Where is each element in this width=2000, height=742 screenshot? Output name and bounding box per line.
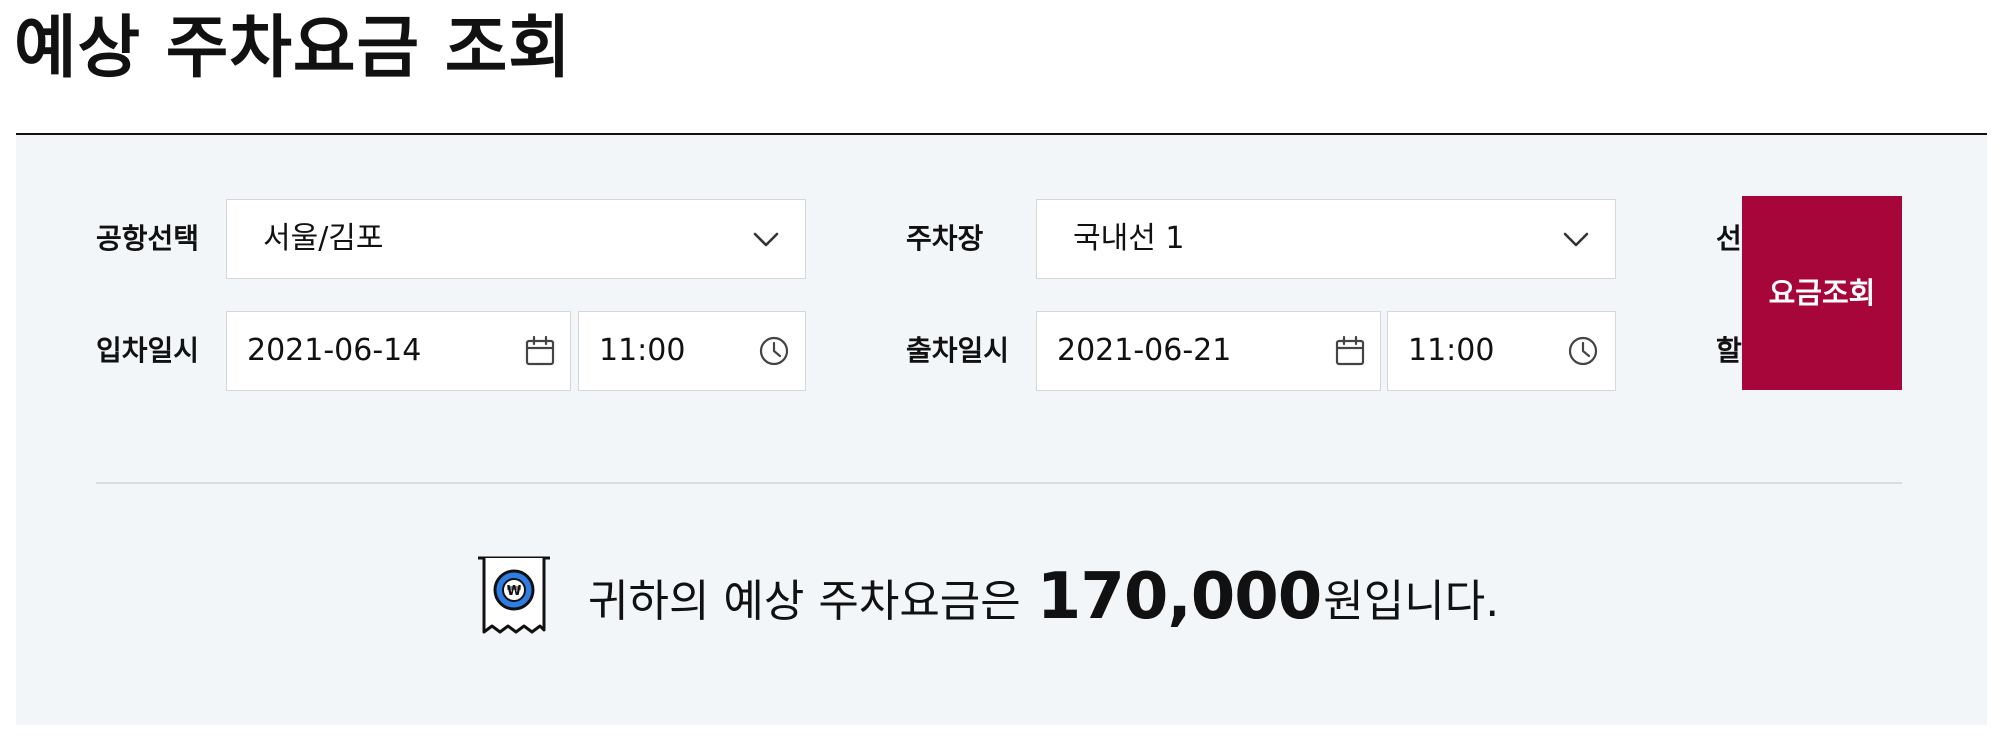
result-prefix: 귀하의 예상 주차요금은 [588,576,1021,627]
calendar-icon[interactable] [1333,334,1367,368]
exit-date-value: 2021-06-21 [1057,333,1232,368]
fee-search-button[interactable]: 요금조회 [1742,196,1902,390]
section-divider [96,482,1902,484]
svg-text:₩: ₩ [507,584,522,599]
won-receipt-icon: ₩ [474,554,554,640]
entry-time-input[interactable]: 11:00 [578,311,806,391]
entry-date-input[interactable]: 2021-06-14 [226,311,571,391]
calendar-icon[interactable] [523,334,557,368]
airport-label: 공항선택 [96,222,200,255]
entry-datetime-label: 입차일시 [96,334,200,367]
chevron-down-icon [749,222,783,256]
parking-lot-select[interactable]: 국내선 1 [1036,199,1616,279]
estimated-fee-amount: 170,000 [1036,560,1322,634]
airport-select[interactable]: 서울/김포 [226,199,806,279]
entry-date-value: 2021-06-14 [247,333,422,368]
exit-datetime-label: 출차일시 [906,334,1010,367]
chevron-down-icon [1559,222,1593,256]
page-title: 예상 주차요금 조회 [14,9,572,88]
entry-time-value: 11:00 [599,333,686,368]
parking-lot-value: 국내선 1 [1073,221,1185,256]
clock-icon[interactable] [757,334,791,368]
exit-time-value: 11:00 [1408,333,1495,368]
parking-lot-label: 주차장 [906,222,984,255]
exit-date-input[interactable]: 2021-06-21 [1036,311,1381,391]
exit-time-input[interactable]: 11:00 [1387,311,1616,391]
discount-label-partial: 할 [1716,334,1742,367]
airport-value: 서울/김포 [263,221,384,256]
selection-label-partial: 선 [1716,222,1742,255]
clock-icon[interactable] [1566,334,1600,368]
result-suffix: 원입니다. [1323,576,1500,627]
estimated-fee-result: ₩ 귀하의 예상 주차요금은 170,000 원입니다. [474,552,1499,642]
